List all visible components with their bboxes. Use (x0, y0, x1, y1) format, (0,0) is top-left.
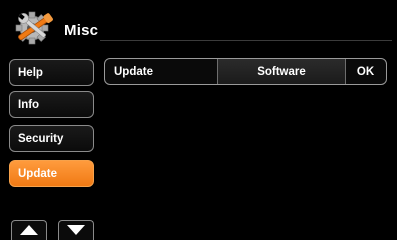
update-row-label: Update (114, 65, 153, 78)
sidebar-item-update[interactable]: Update (9, 160, 94, 187)
scroll-up-button[interactable] (11, 220, 47, 240)
update-type-selector[interactable]: Software (217, 59, 346, 84)
sidebar-item-security[interactable]: Security (9, 125, 94, 152)
settings-tools-icon (10, 8, 60, 48)
misc-screen: Misc Help Info Security Update Update So… (0, 0, 397, 240)
sidebar-item-label: Info (18, 98, 40, 111)
triangle-down-icon (67, 222, 85, 240)
header-divider (100, 40, 392, 41)
update-row: Update Software OK (104, 58, 387, 85)
sidebar-item-info[interactable]: Info (9, 91, 94, 118)
page-title: Misc (64, 22, 99, 39)
scroll-down-button[interactable] (58, 220, 94, 240)
sidebar-item-help[interactable]: Help (9, 59, 94, 86)
sidebar-item-label: Update (18, 167, 57, 180)
sidebar-item-label: Security (18, 132, 64, 145)
triangle-up-icon (20, 222, 38, 240)
ok-button[interactable]: OK (345, 59, 386, 84)
sidebar-item-label: Help (18, 66, 43, 79)
